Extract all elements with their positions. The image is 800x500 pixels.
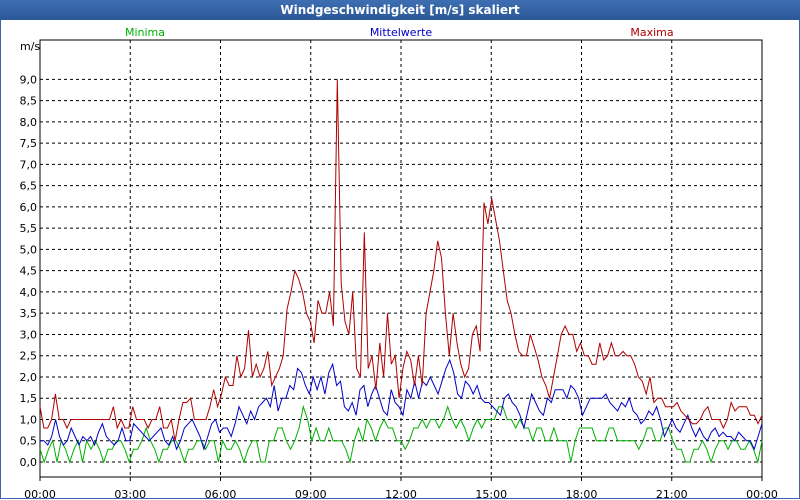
window-title: Windgeschwindigkeit [m/s] skaliert — [0, 0, 800, 20]
x-tick-time-label: 15:00 — [475, 488, 507, 500]
y-tick-label: 1,5 — [20, 392, 38, 405]
y-tick-label: 3,5 — [20, 307, 38, 320]
y-tick-label: 4,5 — [20, 265, 38, 278]
legend-maxima: Maxima — [630, 26, 673, 39]
y-tick-label: 3,0 — [20, 328, 38, 341]
x-tick-time-label: 00:00 — [746, 488, 778, 500]
y-tick-label: 2,0 — [20, 371, 38, 384]
y-tick-label: 0,5 — [20, 435, 38, 448]
x-tick-time-label: 06:00 — [205, 488, 237, 500]
y-tick-label: 6,5 — [20, 180, 38, 193]
wind-speed-chart: 0,0 0,5 1,0 1,5 2,0 2,5 3,0 3,5 4,0 4,5 5,0 5,5 6,0 6… — [20, 26, 778, 500]
y-tick-label: 4,0 — [20, 286, 38, 299]
y-tick-label: 6,0 — [20, 201, 38, 214]
y-tick-label: 2,5 — [20, 350, 38, 363]
x-tick-time-label: 12:00 — [385, 488, 417, 500]
y-tick-label: 7,0 — [20, 158, 38, 171]
legend-minima: Minima — [125, 26, 165, 39]
x-tick-time-label: 21:00 — [656, 488, 688, 500]
y-tick-label: 9,0 — [20, 73, 38, 86]
x-tick-time-label: 03:00 — [114, 488, 146, 500]
legend-mittelwerte: Mittelwerte — [370, 26, 433, 39]
x-tick-time-label: 18:00 — [566, 488, 598, 500]
y-tick-label: 5,5 — [20, 222, 38, 235]
y-tick-label: 8,5 — [20, 95, 38, 108]
x-axis: 00:0024.07.1603:0024.07.1606:0024.07.160… — [24, 477, 778, 500]
y-tick-label: 0,0 — [20, 456, 38, 469]
y-tick-label: 8,0 — [20, 116, 38, 129]
y-axis: 0,0 0,5 1,0 1,5 2,0 2,5 3,0 3,5 4,0 4,5 5,0 5,5 6,0 6… — [20, 73, 38, 469]
x-tick-time-label: 09:00 — [295, 488, 327, 500]
x-tick-time-label: 00:00 — [24, 488, 56, 500]
y-tick-label: 5,0 — [20, 243, 38, 256]
y-tick-label: 7,5 — [20, 137, 38, 150]
y-axis-unit-label: m/s — [20, 40, 40, 53]
y-tick-label: 1,0 — [20, 413, 38, 426]
